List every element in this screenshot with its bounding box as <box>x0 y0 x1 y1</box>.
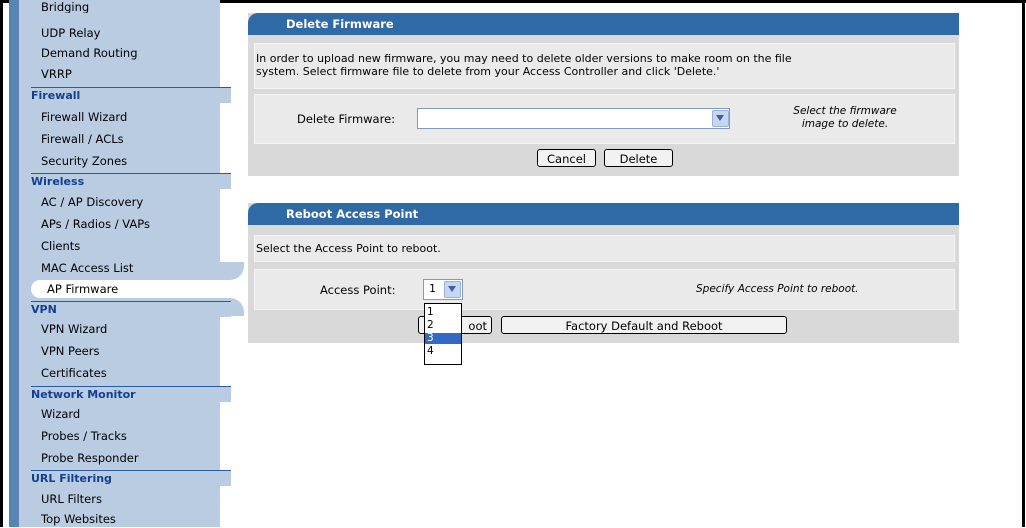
sidebar-item-certificates[interactable]: Certificates <box>41 364 107 382</box>
sidebar-item-bridging[interactable]: Bridging <box>41 1 89 13</box>
sidebar-item-vrrp[interactable]: VRRP <box>41 65 72 83</box>
sidebar-item-probes-tracks[interactable]: Probes / Tracks <box>41 427 127 445</box>
delete-firmware-label: Delete Firmware: <box>297 112 396 126</box>
sidebar-heading-wireless: Wireless <box>31 173 231 189</box>
sidebar-item-security-zones[interactable]: Security Zones <box>41 152 127 170</box>
dropdown-option-1[interactable]: 1 <box>425 307 461 318</box>
reboot-ap-description: Select the Access Point to reboot. <box>256 242 441 255</box>
reboot-ap-header: Reboot Access Point <box>248 203 959 225</box>
sidebar-item-wizard[interactable]: Wizard <box>41 405 80 423</box>
sidebar-item-top-websites[interactable]: Top Websites <box>41 510 116 528</box>
sidebar-item-probe-responder[interactable]: Probe Responder <box>41 449 139 467</box>
delete-firmware-field-row: Delete Firmware: Select the firmware ima… <box>254 94 955 144</box>
delete-firmware-header: Delete Firmware <box>248 13 959 35</box>
sidebar-nav: Bridging UDP Relay Demand Routing VRRP F… <box>9 0 244 528</box>
dropdown-option-4[interactable]: 4 <box>425 346 461 357</box>
reboot-ap-field-row: Access Point: 1 Specify Access Point to … <box>254 269 955 310</box>
dropdown-option-2[interactable]: 2 <box>425 320 461 331</box>
sidebar-heading-vpn: VPN <box>31 301 231 317</box>
sidebar-item-firewall-acls[interactable]: Firewall / ACLs <box>41 130 124 148</box>
chevron-down-icon[interactable] <box>712 110 729 127</box>
access-point-select[interactable]: 1 <box>423 279 463 300</box>
factory-default-and-reboot-button[interactable]: Factory Default and Reboot <box>501 316 787 334</box>
sidebar-heading-url-filtering: URL Filtering <box>31 470 231 486</box>
delete-firmware-select[interactable] <box>417 108 730 129</box>
window-frame-right <box>1022 0 1025 527</box>
delete-button[interactable]: Delete <box>604 149 673 167</box>
sidebar-item-url-filters[interactable]: URL Filters <box>41 490 102 508</box>
sidebar-heading-firewall: Firewall <box>31 87 231 103</box>
sidebar-item-demand-routing[interactable]: Demand Routing <box>41 44 138 62</box>
sidebar-stripe <box>9 0 19 527</box>
sidebar-item-ac-ap-discovery[interactable]: AC / AP Discovery <box>41 193 143 211</box>
sidebar-item-ap-firmware-label[interactable]: AP Firmware <box>47 280 118 298</box>
delete-firmware-hint: Select the firmware image to delete. <box>793 105 897 130</box>
window-frame-left <box>0 0 3 527</box>
sidebar-item-mac-access-list[interactable]: MAC Access List <box>41 259 133 277</box>
sidebar-active-notch-top <box>219 262 244 280</box>
access-point-hint: Specify Access Point to reboot. <box>696 283 859 295</box>
reboot-ap-description-row: Select the Access Point to reboot. <box>254 235 955 262</box>
reboot-ap-panel: Reboot Access Point Select the Access Po… <box>248 203 959 343</box>
access-point-label: Access Point: <box>320 283 396 297</box>
sidebar-item-vpn-peers[interactable]: VPN Peers <box>41 342 99 360</box>
sidebar-item-udp-relay[interactable]: UDP Relay <box>41 24 100 42</box>
delete-firmware-description: In order to upload new firmware, you may… <box>256 52 792 78</box>
sidebar-item-vpn-wizard[interactable]: VPN Wizard <box>41 320 107 338</box>
sidebar-item-aps-radios-vaps[interactable]: APs / Radios / VAPs <box>41 215 150 233</box>
sidebar-item-firewall-wizard[interactable]: Firewall Wizard <box>41 108 127 126</box>
cancel-button[interactable]: Cancel <box>537 149 596 167</box>
access-point-dropdown-list[interactable]: 1 2 3 4 <box>424 303 462 365</box>
dropdown-option-3[interactable]: 3 <box>425 333 461 344</box>
chevron-down-icon[interactable] <box>444 281 461 298</box>
sidebar-item-clients[interactable]: Clients <box>41 237 80 255</box>
delete-firmware-description-row: In order to upload new firmware, you may… <box>254 43 955 89</box>
sidebar-heading-network-monitor: Network Monitor <box>31 386 231 402</box>
delete-firmware-panel: Delete Firmware In order to upload new f… <box>248 13 959 176</box>
